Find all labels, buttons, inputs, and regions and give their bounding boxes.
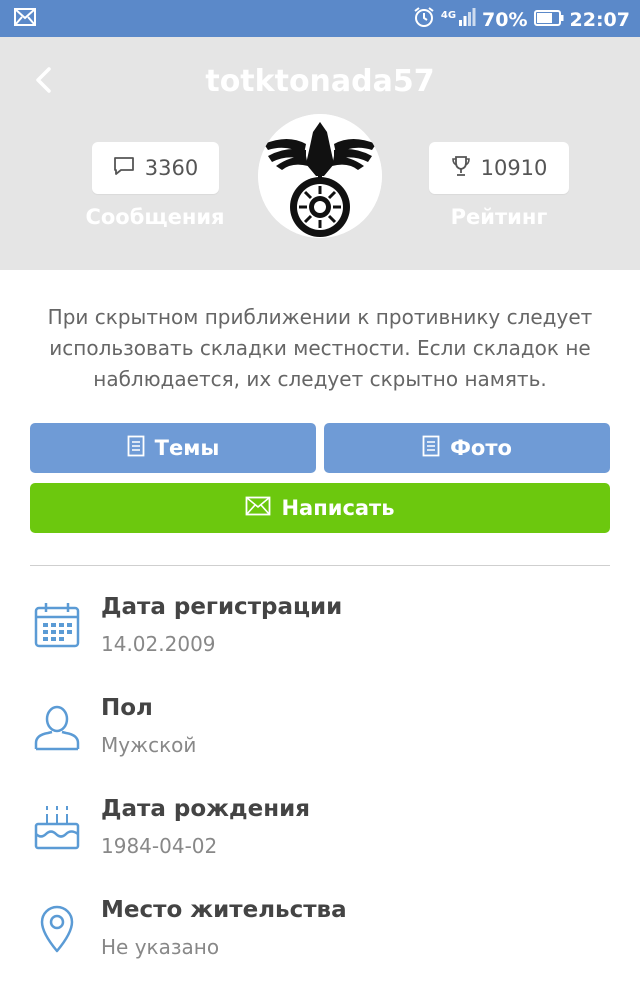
signal-icon (458, 8, 476, 31)
battery-icon (533, 9, 564, 31)
info-row-registration-date: Дата регистрации 14.02.2009 (30, 594, 610, 674)
info-title: Дата рождения (101, 796, 310, 822)
document-icon (422, 435, 440, 462)
info-value: Мужской (101, 733, 197, 757)
user-icon (32, 701, 82, 751)
rating-count: 10910 (480, 156, 548, 180)
section-divider (30, 565, 610, 566)
info-title: Пол (101, 695, 153, 721)
envelope-icon (245, 496, 271, 521)
info-value: 1984-04-02 (101, 834, 218, 858)
status-bar: 4G 70% 22:07 (0, 0, 640, 37)
info-row-gender: Пол Мужской (30, 695, 610, 775)
write-message-button-label: Написать (281, 496, 395, 520)
photo-button-label: Фото (450, 436, 512, 460)
clock: 22:07 (569, 8, 630, 31)
message-bubble-icon (113, 156, 135, 181)
info-title: Место жительства (101, 897, 347, 923)
rating-label: Рейтинг (450, 205, 548, 229)
mail-notification-icon (14, 8, 36, 31)
info-title: Дата регистрации (101, 594, 343, 620)
calendar-icon (32, 600, 82, 650)
location-pin-icon (32, 903, 82, 953)
avatar[interactable] (258, 114, 382, 238)
battery-percent: 70% (482, 8, 528, 31)
info-value: 14.02.2009 (101, 632, 216, 656)
info-value: Не указано (101, 935, 220, 959)
info-row-location: Место жительства Не указано (30, 897, 610, 977)
topics-button[interactable]: Темы (30, 423, 316, 473)
alarm-icon (413, 6, 435, 33)
topics-button-label: Темы (154, 436, 220, 460)
birthday-cake-icon (32, 802, 82, 852)
profile-header: totktonada57 3360 Сообщения 10910 Рейтин… (0, 37, 640, 270)
document-icon (127, 435, 145, 462)
messages-stat-button[interactable]: 3360 (92, 142, 219, 194)
messages-label: Сообщения (85, 205, 225, 229)
trophy-icon (451, 155, 471, 182)
write-message-button[interactable]: Написать (30, 483, 610, 533)
rating-stat-button[interactable]: 10910 (429, 142, 569, 194)
profile-username: totktonada57 (205, 64, 435, 99)
network-type: 4G (440, 10, 457, 21)
info-row-birth-date: Дата рождения 1984-04-02 (30, 796, 610, 876)
messages-count: 3360 (144, 156, 199, 180)
photo-button[interactable]: Фото (324, 423, 610, 473)
profile-status-text: При скрытном приближении к противнику сл… (47, 305, 593, 391)
